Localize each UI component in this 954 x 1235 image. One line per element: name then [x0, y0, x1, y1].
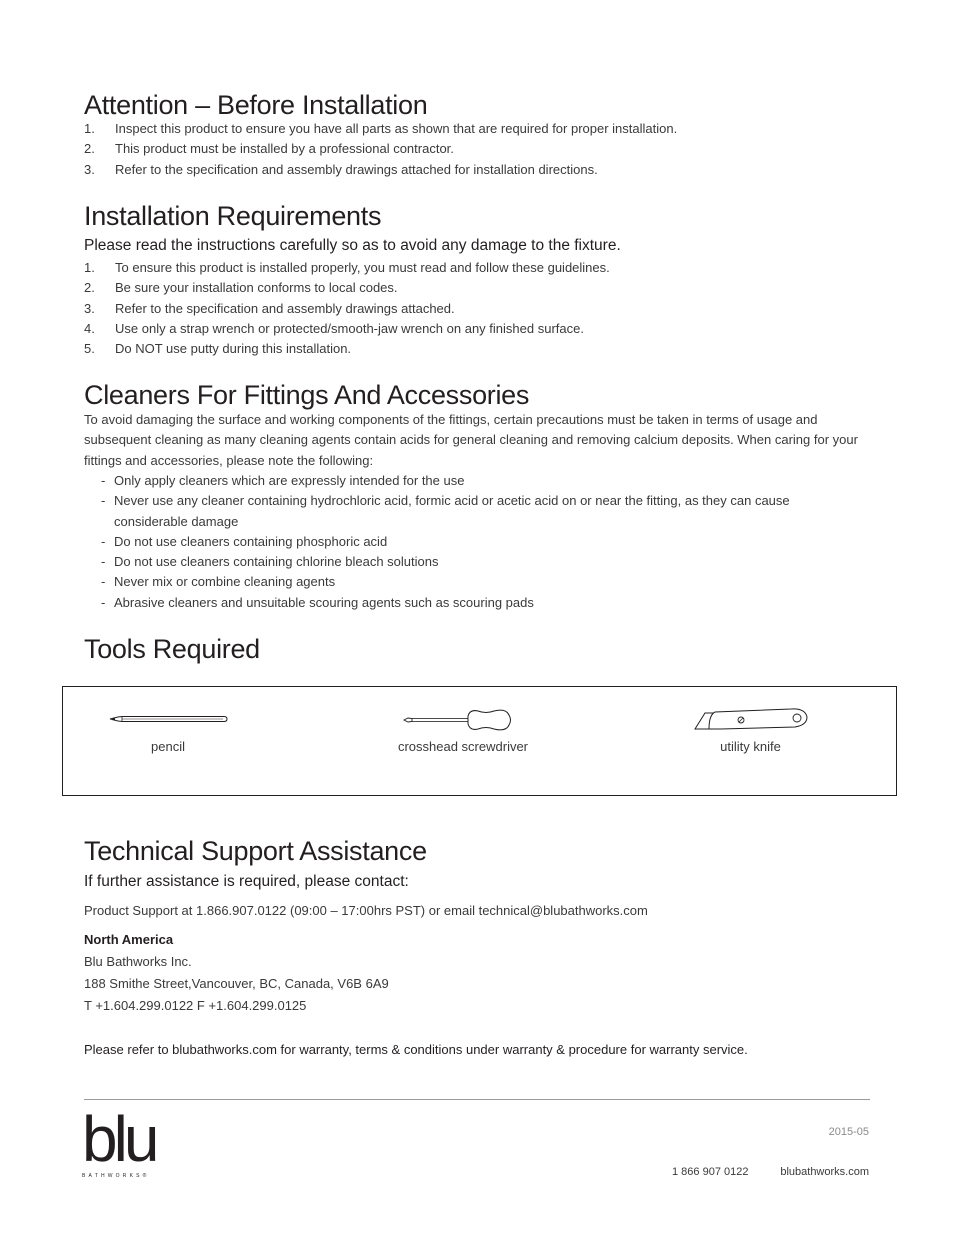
list-item: 3. Refer to the specification and assembl… — [84, 161, 598, 177]
tool-label: crosshead screwdriver — [397, 739, 529, 754]
list-item: 5. Do NOT use putty during this installat… — [84, 341, 352, 357]
attention-heading: Attention – Before Installation — [84, 90, 428, 120]
warranty-note: Please refer to blubathworks.com for war… — [84, 1042, 748, 1057]
region-label: North America — [84, 932, 174, 947]
company-address: 188 Smithe Street,Vancouver, BC, Canada,… — [84, 976, 389, 991]
list-item: - Abrasive cleaners and unsuitable scouri… — [101, 594, 534, 610]
company-name: Blu Bathworks Inc. — [84, 954, 192, 969]
logo-tagline: BATHWORKS® — [82, 1173, 150, 1179]
logo-word: blu — [82, 1103, 159, 1175]
phone-fax: T +1.604.299.0122 F +1.604.299.0125 — [84, 998, 307, 1013]
list-item: - Only apply cleaners which are expressly… — [101, 473, 465, 488]
footer-website[interactable]: blubathworks.com — [780, 1166, 869, 1178]
support-heading: Technical Support Assistance — [84, 836, 427, 866]
tools-heading: Tools Required — [84, 634, 260, 664]
requirements-list: 1. To ensure this product is installed pr… — [84, 258, 610, 359]
list-item: 2. Be sure your installation conforms to … — [84, 280, 398, 296]
tool-label: utility knife — [720, 739, 781, 754]
pencil-icon — [109, 716, 228, 722]
tool-pencil: pencil — [103, 707, 233, 754]
tools-box: pencil crosshead screwdriver utility kni… — [62, 686, 897, 796]
attention-list: 1. Inspect this product to ensure you hav… — [84, 119, 677, 180]
blu-logo: blu BATHWORKS® — [82, 1103, 172, 1179]
list-item: 2. This product must be installed by a pr… — [84, 141, 454, 157]
product-support-line: Product Support at 1.866.907.0122 (09:00… — [84, 903, 648, 918]
utility-knife-icon — [693, 708, 808, 730]
cleaners-list: - Only apply cleaners which are expressly… — [84, 471, 814, 613]
list-item: 1. To ensure this product is installed pr… — [84, 260, 610, 275]
document-date: 2015-05 — [828, 1126, 869, 1138]
list-item: 3. Refer to the specification and assembl… — [84, 300, 455, 316]
list-item: 1. Inspect this product to ensure you hav… — [84, 121, 678, 136]
cleaners-intro: To avoid damaging the surface and workin… — [84, 412, 858, 468]
requirements-heading: Installation Requirements — [84, 201, 382, 231]
support-subtitle: If further assistance is required, pleas… — [84, 873, 409, 890]
requirements-subtitle: Please read the instructions carefully s… — [84, 237, 621, 254]
footer-phone: 1 866 907 0122 — [672, 1166, 749, 1178]
list-item: 4. Use only a strap wrench or protected/s… — [84, 320, 584, 336]
list-item: - Never use any cleaner containing hydroc… — [101, 493, 790, 529]
list-item: - Never mix or combine cleaning agents — [101, 574, 336, 590]
tool-utility-knife: utility knife — [683, 705, 818, 754]
list-item: - Do not use cleaners containing chlorine… — [101, 554, 439, 570]
tool-label: pencil — [151, 739, 185, 754]
tool-screwdriver: crosshead screwdriver — [383, 707, 543, 754]
screwdriver-icon — [402, 709, 511, 731]
cleaners-heading: Cleaners For Fittings And Accessories — [84, 380, 530, 410]
list-item: - Do not use cleaners containing phosphor… — [101, 533, 388, 549]
footer-divider — [84, 1099, 870, 1100]
